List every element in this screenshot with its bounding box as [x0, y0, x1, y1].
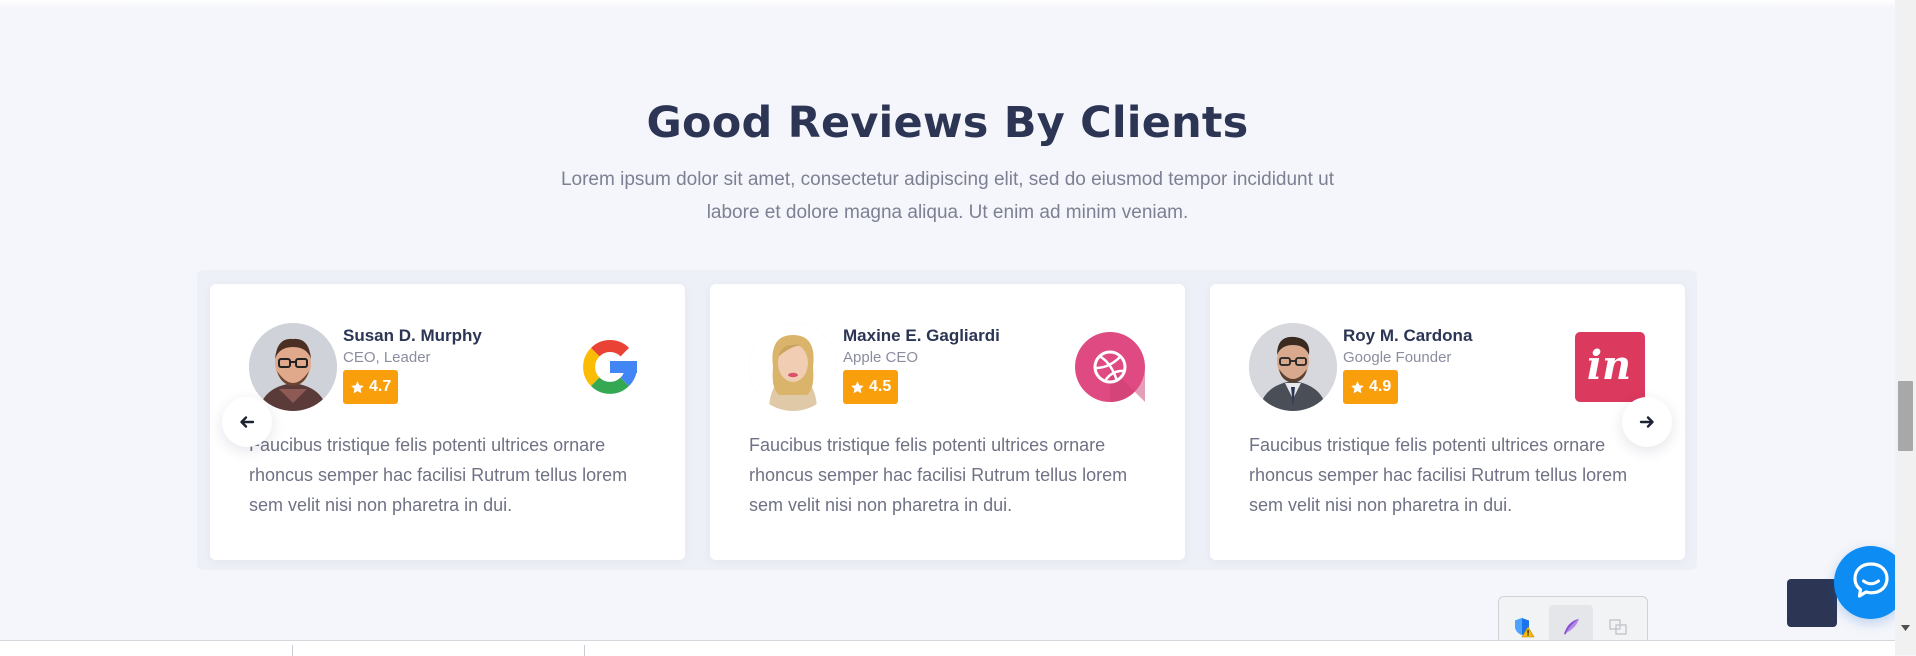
review-card: Maxine E. Gagliardi Apple CEO 4.5 Faucib…: [710, 284, 1185, 560]
bottom-strip: [0, 640, 1895, 656]
reviewer-name: Maxine E. Gagliardi: [843, 326, 1000, 345]
review-text: Faucibus tristique felis potenti ultrice…: [249, 435, 628, 515]
header-edge: [0, 0, 1895, 8]
scrollbar-thumb[interactable]: [1898, 381, 1913, 451]
reviewer-name: Roy M. Cardona: [1343, 326, 1473, 345]
avatar: [249, 323, 337, 411]
section-subtitle: Lorem ipsum dolor sit amet, consectetur …: [560, 169, 1335, 223]
back-to-top-tab[interactable]: [1787, 579, 1837, 627]
rating-badge: 4.5: [843, 370, 899, 404]
rating-value: 4.7: [369, 378, 392, 395]
divider: [292, 645, 293, 656]
rating-badge: 4.7: [343, 370, 399, 404]
divider: [584, 645, 585, 656]
reviewer-role: Google Founder: [1343, 349, 1452, 366]
star-icon: [350, 380, 365, 395]
rating-badge: 4.9: [1343, 370, 1399, 404]
carousel-next-button[interactable]: [1622, 397, 1672, 447]
scroll-down-arrow-icon[interactable]: [1899, 622, 1912, 634]
carousel-prev-button[interactable]: [222, 397, 272, 447]
reviewer-role: Apple CEO: [843, 349, 919, 366]
page-scrollbar[interactable]: [1895, 0, 1916, 655]
section-title: Good Reviews By Clients: [646, 98, 1249, 148]
rating-value: 4.5: [869, 378, 892, 395]
reviewer-name: Susan D. Murphy: [343, 326, 482, 345]
avatar: [749, 323, 837, 411]
reviewer-role: CEO, Leader: [343, 349, 431, 366]
arrow-left-icon: [239, 414, 255, 430]
chat-bubble-icon: [1851, 560, 1891, 605]
star-icon: [850, 380, 865, 395]
review-card: Roy M. Cardona Google Founder 4.9 in Fau…: [1210, 284, 1685, 560]
avatar: [1249, 323, 1337, 411]
review-text: Faucibus tristique felis potenti ultrice…: [1249, 435, 1628, 515]
arrow-right-icon: [1639, 414, 1655, 430]
rating-value: 4.9: [1369, 378, 1392, 395]
review-text: Faucibus tristique felis potenti ultrice…: [749, 435, 1128, 515]
dribbble-logo-icon: [1075, 332, 1145, 402]
review-card: Susan D. Murphy CEO, Leader 4.7 Faucibus…: [210, 284, 685, 560]
star-icon: [1350, 380, 1365, 395]
google-logo-icon: [575, 332, 645, 402]
invision-mark: in: [1587, 342, 1631, 389]
invision-logo-icon: in: [1575, 332, 1645, 402]
